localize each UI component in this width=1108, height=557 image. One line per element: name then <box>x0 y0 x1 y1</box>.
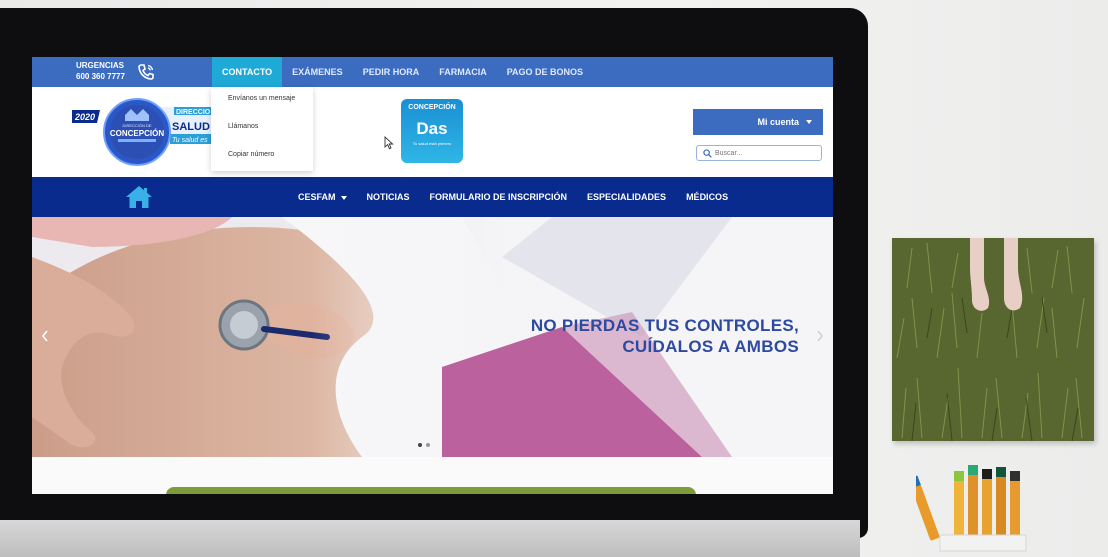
chevron-down-icon <box>340 195 347 200</box>
logo-tagline: Tu salud es <box>172 137 208 144</box>
nav-noticias[interactable]: NOTICIAS <box>357 177 420 217</box>
das-app-badge[interactable]: CONCEPCIÓN Das Tu salud está primero <box>401 99 463 163</box>
phone-icon[interactable] <box>136 62 156 82</box>
dropdown-item-llamanos[interactable]: Llámanos <box>211 115 313 143</box>
site-logo[interactable]: DIRECCIO SALUD Tu salud es 2020 DIRECCIÓ… <box>72 97 222 167</box>
search-box[interactable] <box>696 145 822 161</box>
search-input[interactable] <box>715 147 815 159</box>
hero-line-1: NO PIERDAS TUS CONTROLES, <box>530 316 799 335</box>
grass-photo <box>892 238 1094 441</box>
hero-headline: NO PIERDAS TUS CONTROLES, CUÍDALOS A AMB… <box>531 315 799 357</box>
contacto-dropdown: Envíanos un mensaje Llámanos Copiar núme… <box>211 87 313 171</box>
urgencias-label: URGENCIAS <box>76 61 125 70</box>
logo-name-main: CONCEPCIÓN <box>110 129 164 138</box>
next-section-banner <box>166 487 696 494</box>
nav-cesfam-label: CESFAM <box>298 192 336 202</box>
das-top-label: CONCEPCIÓN <box>408 104 456 111</box>
top-bar: URGENCIAS 600 360 7777 CONTACTO EXÁMENES… <box>32 57 833 87</box>
dropdown-item-copiar-numero[interactable]: Copiar número <box>211 143 313 171</box>
slider-dots <box>418 443 430 447</box>
mi-cuenta-button[interactable]: Mi cuenta <box>693 109 823 135</box>
site-header: DIRECCIO SALUD Tu salud es 2020 DIRECCIÓ… <box>32 87 833 177</box>
logo-year: 2020 <box>74 112 95 122</box>
cursor-icon <box>384 136 394 150</box>
slider-dot[interactable] <box>418 443 422 447</box>
tab-pedir-hora[interactable]: PEDIR HORA <box>353 57 430 87</box>
hero-slider: NO PIERDAS TUS CONTROLES, CUÍDALOS A AMB… <box>32 217 833 457</box>
mi-cuenta-label: Mi cuenta <box>757 117 799 127</box>
chevron-left-icon[interactable] <box>40 329 50 343</box>
phone-number: 600 360 7777 <box>76 72 125 81</box>
logo-salud: SALUD <box>172 121 210 133</box>
home-icon[interactable] <box>124 184 154 210</box>
top-nav: CONTACTO EXÁMENES PEDIR HORA FARMACIA PA… <box>212 57 593 87</box>
main-nav-links: CESFAM NOTICIAS FORMULARIO DE INSCRIPCIÓ… <box>288 177 738 217</box>
hero-line-2: CUÍDALOS A AMBOS <box>622 337 799 356</box>
nav-especialidades[interactable]: ESPECIALIDADES <box>577 177 676 217</box>
tab-farmacia[interactable]: FARMACIA <box>429 57 497 87</box>
das-main-label: Das <box>416 119 448 138</box>
main-nav: CESFAM NOTICIAS FORMULARIO DE INSCRIPCIÓ… <box>32 177 833 217</box>
logo-name-small: DIRECCIÓN DE <box>122 123 151 128</box>
content-below-hero <box>32 457 833 494</box>
nav-medicos[interactable]: MÉDICOS <box>676 177 738 217</box>
monitor-stand <box>0 520 860 557</box>
slider-dot[interactable] <box>426 443 430 447</box>
browser-screen: URGENCIAS 600 360 7777 CONTACTO EXÁMENES… <box>32 57 833 494</box>
pen-cup <box>916 465 1027 552</box>
chevron-down-icon <box>806 120 812 124</box>
chevron-right-icon[interactable] <box>815 329 825 343</box>
tab-contacto[interactable]: CONTACTO <box>212 57 283 87</box>
logo-direccion: DIRECCIO <box>176 109 211 116</box>
das-sub-label: Tu salud está primero <box>412 141 452 146</box>
dropdown-item-mensaje[interactable]: Envíanos un mensaje <box>211 87 313 115</box>
search-icon <box>703 149 712 158</box>
urgencias-block[interactable]: URGENCIAS 600 360 7777 <box>76 60 125 82</box>
nav-formulario-inscripcion[interactable]: FORMULARIO DE INSCRIPCIÓN <box>420 177 578 217</box>
nav-cesfam[interactable]: CESFAM <box>288 177 357 217</box>
tab-pago-de-bonos[interactable]: PAGO DE BONOS <box>497 57 593 87</box>
tab-examenes[interactable]: EXÁMENES <box>282 57 353 87</box>
